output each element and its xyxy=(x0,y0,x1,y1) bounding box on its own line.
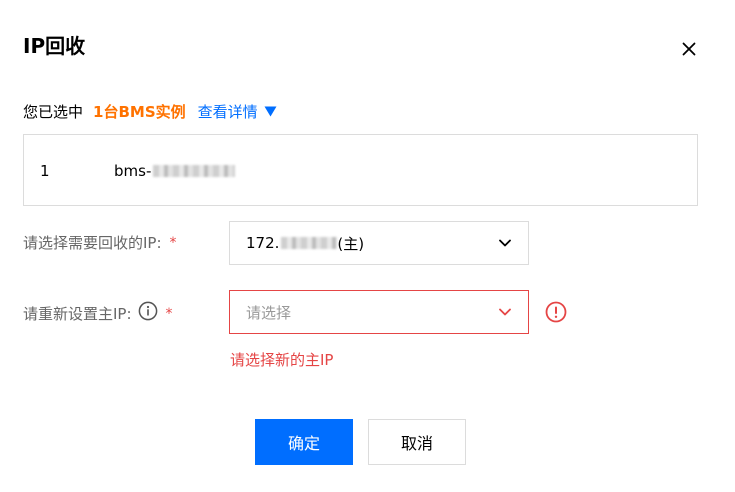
error-icon xyxy=(545,301,567,323)
instance-name: bms- xyxy=(114,160,236,182)
recycle-ip-value: 172. (主) xyxy=(246,233,498,254)
cancel-button[interactable]: 取消 xyxy=(368,419,466,465)
redacted-text xyxy=(153,165,236,177)
new-primary-ip-label-row: 请重新设置主IP: * xyxy=(23,301,173,327)
new-primary-ip-placeholder: 请选择 xyxy=(246,303,292,322)
instance-index: 1 xyxy=(40,162,50,180)
close-icon xyxy=(682,42,696,56)
close-button[interactable] xyxy=(676,36,702,62)
caret-down-icon xyxy=(264,101,277,123)
instance-name-prefix: bms- xyxy=(114,162,152,180)
new-primary-ip-select[interactable]: 请选择 xyxy=(229,290,529,334)
view-details-label: 查看详情 xyxy=(197,103,258,121)
confirm-button[interactable]: 确定 xyxy=(255,419,353,465)
redacted-text xyxy=(281,237,338,249)
required-mark: * xyxy=(169,235,177,251)
recycle-ip-select[interactable]: 172. (主) xyxy=(229,221,529,265)
required-mark: * xyxy=(165,306,173,322)
selection-count: 1台BMS实例 xyxy=(93,103,186,121)
chevron-down-icon xyxy=(499,308,511,316)
dialog-title: IP回收 xyxy=(23,34,86,58)
chevron-down-icon xyxy=(499,239,511,247)
instance-list: 1 bms- xyxy=(23,134,698,206)
recycle-ip-value-prefix: 172. xyxy=(246,234,280,252)
view-details-link[interactable]: 查看详情 xyxy=(198,101,277,123)
ip-recycle-dialog: IP回收 您已选中 1台BMS实例 查看详情 1 bms- 请选择需要回收的IP… xyxy=(0,0,735,492)
info-icon[interactable] xyxy=(138,301,158,327)
recycle-ip-value-suffix: (主) xyxy=(337,234,365,253)
new-primary-ip-label: 请重新设置主IP: xyxy=(23,305,132,323)
recycle-ip-label-row: 请选择需要回收的IP: * xyxy=(23,232,177,254)
selection-summary: 您已选中 1台BMS实例 查看详情 xyxy=(23,101,277,123)
recycle-ip-label: 请选择需要回收的IP: xyxy=(23,234,162,252)
validation-error-message: 请选择新的主IP xyxy=(230,351,334,369)
selection-prefix: 您已选中 xyxy=(23,103,84,121)
